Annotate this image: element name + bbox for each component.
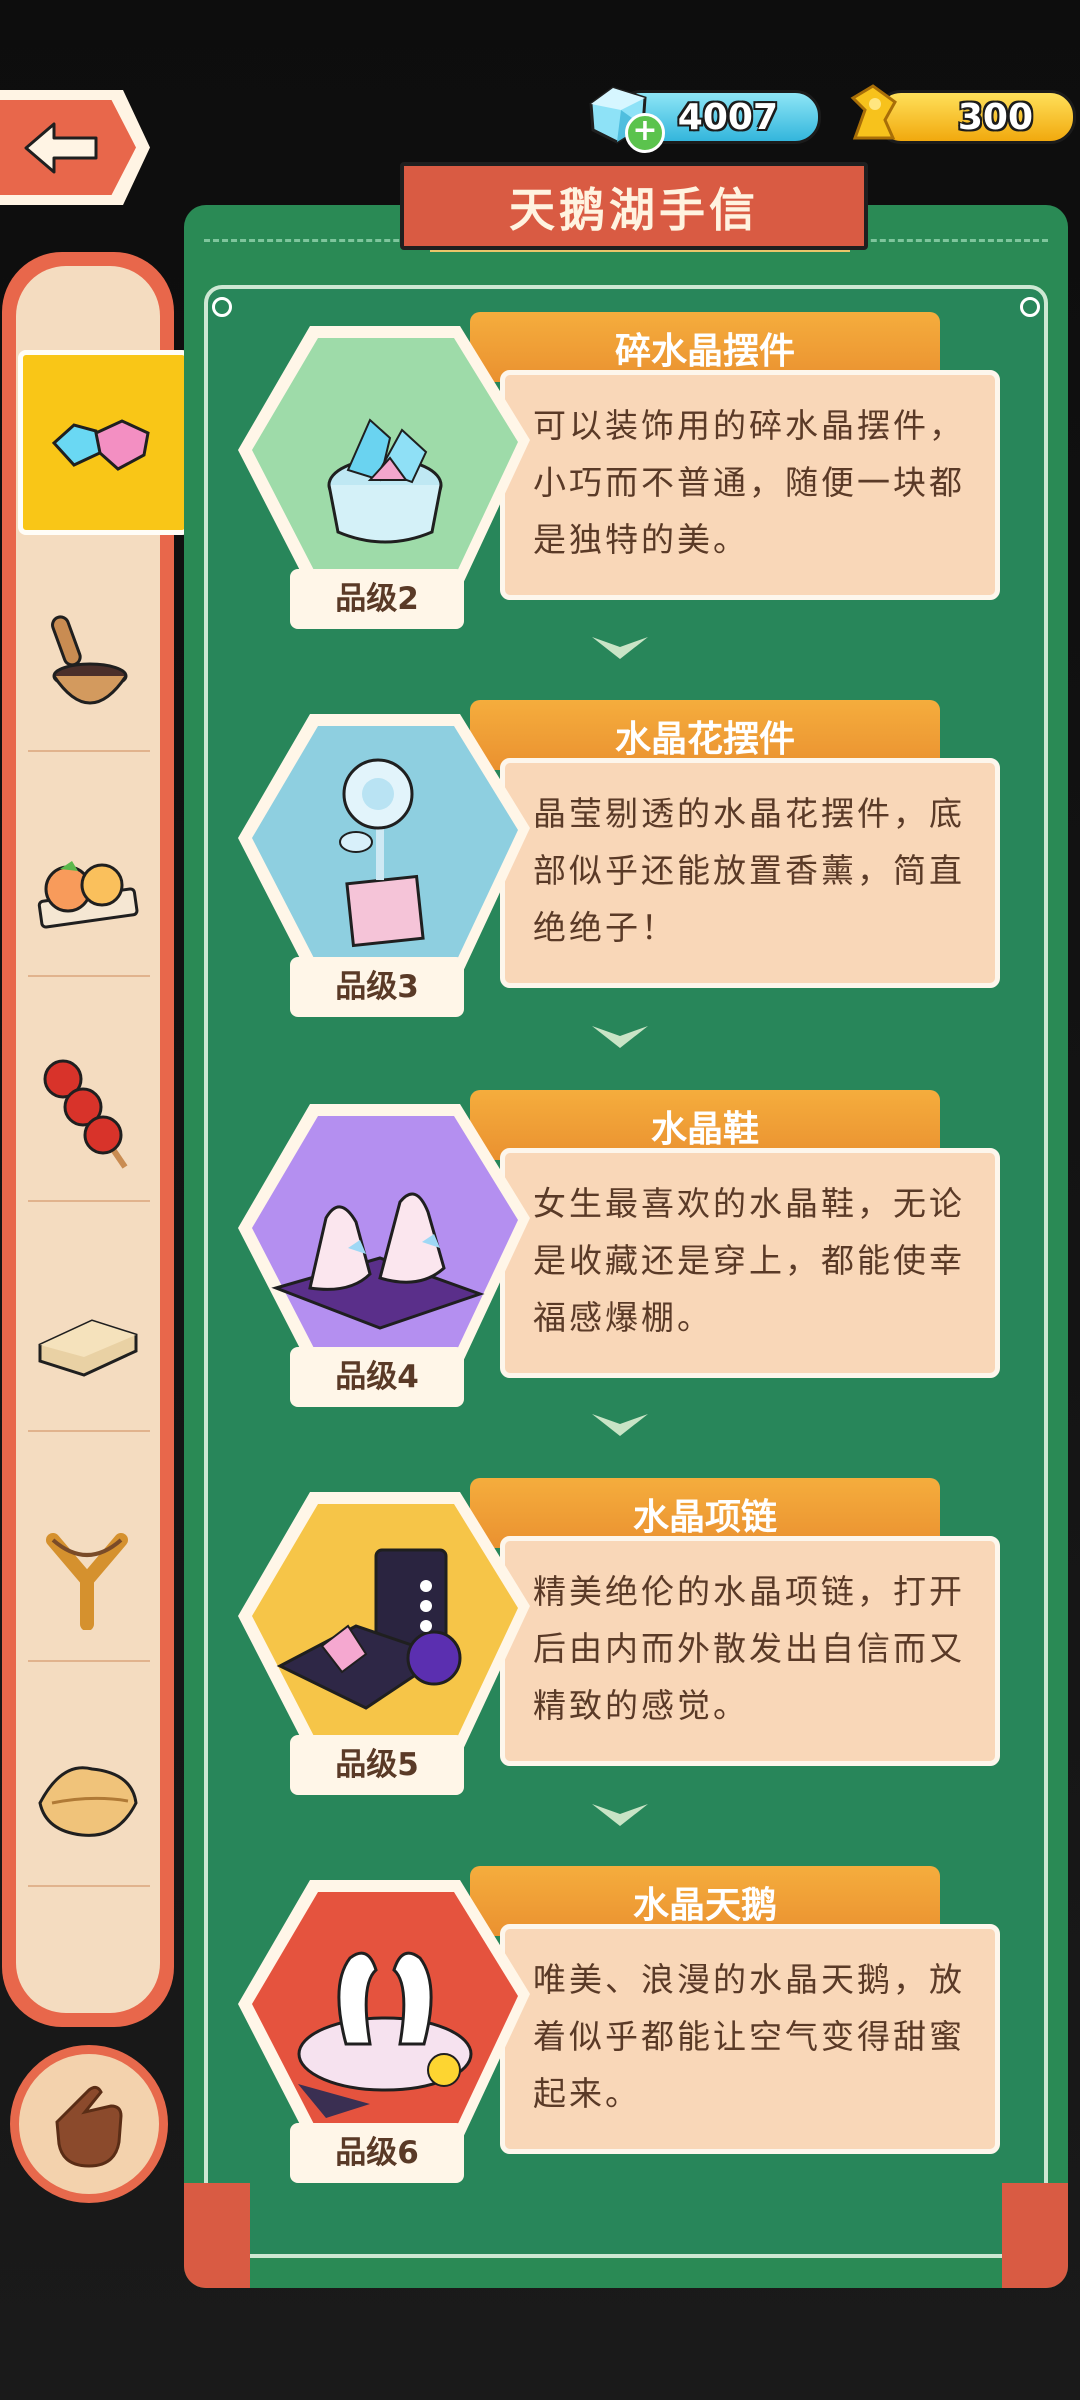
chevron-down-icon — [592, 1414, 648, 1436]
interact-button[interactable] — [10, 2045, 168, 2203]
item-card[interactable]: 碎水晶摆件 可以装饰用的碎水晶摆件，小巧而不普通，随便一块都是独特的美。 品级2 — [230, 312, 1010, 642]
chevron-down-icon — [592, 1804, 648, 1826]
gold-count: 300 — [957, 97, 1033, 138]
sidebar-item-leaf[interactable] — [16, 1725, 158, 1887]
item-name: 碎水晶摆件 — [614, 331, 795, 372]
sidebar-item-mortar[interactable] — [16, 590, 158, 752]
item-name: 水晶天鹅 — [632, 1885, 777, 1926]
crystal-hearts-icon — [51, 418, 150, 471]
chevron-down-icon — [592, 1026, 648, 1048]
gold-counter: 300 — [875, 90, 1076, 144]
slingshot-icon — [46, 1533, 128, 1630]
item-card[interactable]: 水晶花摆件 晶莹剔透的水晶花摆件，底部似乎还能放置香薰，简直绝绝子！ 品级3 — [230, 700, 1010, 1030]
item-description: 精美绝伦的水晶项链，打开后由内而外散发出自信而又精致的感觉。 — [533, 1572, 965, 1725]
sidebar-item-haws[interactable] — [16, 1040, 158, 1202]
sidebar-item-slingshot[interactable] — [16, 1500, 158, 1662]
page-title: 天鹅湖手信 — [509, 183, 759, 237]
biscuit-icon — [38, 1319, 138, 1377]
item-description: 晶莹剔透的水晶花摆件，底部似乎还能放置香薰，简直绝绝子！ — [533, 794, 965, 947]
peach-buns-icon — [37, 861, 139, 929]
gem-count: 4007 — [677, 97, 778, 138]
item-grade: 品级6 — [290, 2123, 464, 2183]
item-card[interactable]: 水晶天鹅 唯美、浪漫的水晶天鹅，放着似乎都能让空气变得甜蜜起来。 品级6 — [230, 1866, 1010, 2196]
item-grade: 品级4 — [290, 1347, 464, 1407]
item-name: 水晶项链 — [632, 1497, 777, 1538]
title-banner: 天鹅湖手信 — [400, 162, 868, 250]
item-card[interactable]: 水晶鞋 女生最喜欢的水晶鞋，无论是收藏还是穿上，都能使幸福感爆棚。 品级4 — [230, 1090, 1010, 1420]
candied-haws-icon — [43, 1059, 128, 1169]
sidebar-item-biscuit[interactable] — [16, 1270, 158, 1432]
back-button[interactable] — [0, 90, 165, 205]
add-gems-icon[interactable]: + — [625, 113, 665, 153]
item-grade: 品级5 — [290, 1735, 464, 1795]
item-card[interactable]: 水晶项链 精美绝伦的水晶项链，打开后由内而外散发出自信而又精致的感觉。 品级5 — [230, 1478, 1010, 1808]
item-description: 女生最喜欢的水晶鞋，无论是收藏还是穿上，都能使幸福感爆棚。 — [533, 1184, 965, 1337]
item-name: 水晶鞋 — [650, 1109, 759, 1150]
mortar-pestle-icon — [51, 615, 128, 705]
sidebar-item-crystal[interactable] — [18, 350, 190, 535]
item-name: 水晶花摆件 — [614, 719, 795, 760]
leaf-cookie-icon — [38, 1766, 138, 1837]
chevron-down-icon — [592, 637, 648, 659]
item-grade: 品级3 — [290, 957, 464, 1017]
gold-coin-icon — [850, 84, 897, 140]
item-description: 唯美、浪漫的水晶天鹅，放着似乎都能让空气变得甜蜜起来。 — [533, 1960, 965, 2113]
item-grade: 品级2 — [290, 569, 464, 629]
hand-pointer-icon — [55, 2085, 123, 2168]
sidebar-item-peach[interactable] — [16, 815, 158, 977]
item-description: 可以装饰用的碎水晶摆件，小巧而不普通，随便一块都是独特的美。 — [533, 406, 965, 559]
back-arrow-icon — [24, 122, 98, 174]
